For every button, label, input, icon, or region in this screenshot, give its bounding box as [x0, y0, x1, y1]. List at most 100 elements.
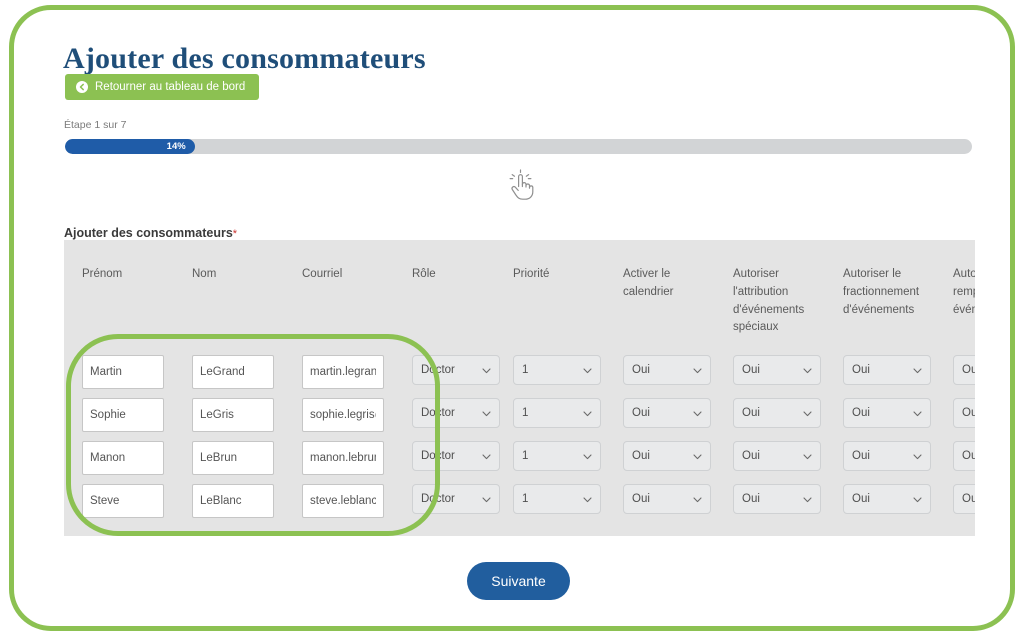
first-name-input[interactable]: [82, 355, 164, 390]
email-input[interactable]: [302, 441, 384, 476]
role-select[interactable]: Doctor: [412, 441, 500, 472]
step-indicator-label: Étape 1 sur 7: [64, 119, 127, 131]
back-to-dashboard-button[interactable]: Retourner au tableau de bord: [65, 74, 260, 100]
last-name-input[interactable]: [192, 484, 274, 519]
email-input[interactable]: [302, 355, 384, 390]
chevron-down-icon: [482, 447, 491, 465]
table-cell: Oui: [623, 484, 733, 518]
allow-event-splitting-select[interactable]: Oui: [843, 398, 931, 429]
priority-select-value: 1: [522, 407, 529, 420]
allow-special-events-select[interactable]: Oui: [733, 484, 821, 515]
chevron-down-icon: [913, 404, 922, 422]
allow-event-splitting-select[interactable]: Oui: [843, 355, 931, 386]
email-input[interactable]: [302, 484, 384, 519]
allow-special-events-select[interactable]: Oui: [733, 398, 821, 429]
table-cell: Oui: [733, 398, 843, 432]
priority-select-value: 1: [522, 450, 529, 463]
required-marker: *: [232, 228, 238, 240]
enable-calendar-select-value: Oui: [632, 364, 650, 377]
table-cell: Oui: [623, 441, 733, 475]
page-root: Ajouter des consommateurs Retourner au t…: [0, 0, 1024, 640]
page-title: Ajouter des consommateurs: [63, 42, 426, 76]
last-name-input[interactable]: [192, 441, 274, 476]
table-cell: Doctor: [412, 484, 513, 518]
chevron-down-icon: [693, 490, 702, 508]
priority-select[interactable]: 1: [513, 484, 601, 515]
email-input[interactable]: [302, 398, 384, 433]
chevron-down-icon: [693, 404, 702, 422]
allow-event-replacement-select[interactable]: Oui: [953, 355, 975, 386]
last-name-input[interactable]: [192, 398, 274, 433]
chevron-down-icon: [913, 490, 922, 508]
table-cell: Doctor: [412, 441, 513, 475]
enable-calendar-select[interactable]: Oui: [623, 355, 711, 386]
enable-calendar-select[interactable]: Oui: [623, 484, 711, 515]
table-header-cell: Prénom: [82, 268, 123, 280]
allow-event-splitting-select[interactable]: Oui: [843, 441, 931, 472]
chevron-down-icon: [803, 404, 812, 422]
back-to-dashboard-label: Retourner au tableau de bord: [95, 81, 246, 93]
form-section-label-text: Ajouter des consommateurs: [64, 226, 233, 240]
table-cell: Oui: [733, 355, 843, 389]
allow-event-replacement-select-value: Oui: [962, 364, 975, 377]
table-cell: [302, 355, 412, 390]
first-name-input[interactable]: [82, 398, 164, 433]
next-button[interactable]: Suivante: [467, 562, 570, 600]
role-select-value: Doctor: [421, 407, 455, 420]
table-cell: 1: [513, 441, 623, 475]
role-select[interactable]: Doctor: [412, 398, 500, 429]
role-select[interactable]: Doctor: [412, 355, 500, 386]
consumers-table: Prénom Nom Courriel Rôle Priorité Activer le …: [64, 240, 975, 536]
chevron-down-icon: [482, 490, 491, 508]
chevron-down-icon: [803, 490, 812, 508]
allow-event-splitting-select-value: Oui: [852, 450, 870, 463]
chevron-down-icon: [913, 447, 922, 465]
allow-event-replacement-select[interactable]: Oui: [953, 398, 975, 429]
priority-select-value: 1: [522, 364, 529, 377]
allow-special-events-select[interactable]: Oui: [733, 355, 821, 386]
enable-calendar-select[interactable]: Oui: [623, 441, 711, 472]
first-name-input[interactable]: [82, 484, 164, 519]
table-cell: Oui: [843, 441, 953, 475]
table-cell: [192, 398, 302, 433]
table-cell: [82, 355, 192, 390]
allow-event-replacement-select[interactable]: Oui: [953, 441, 975, 472]
chevron-down-icon: [693, 447, 702, 465]
allow-event-replacement-select[interactable]: Oui: [953, 484, 975, 515]
table-cell: Oui: [953, 355, 975, 389]
tap-hand-gesture-icon: [500, 165, 540, 205]
role-select[interactable]: Doctor: [412, 484, 500, 515]
progress-bar-fill: 14%: [65, 139, 195, 154]
table-cell: [302, 398, 412, 433]
table-cell: Oui: [953, 398, 975, 432]
allow-event-replacement-select-value: Oui: [962, 450, 975, 463]
chevron-down-icon: [693, 361, 702, 379]
table-cell: Doctor: [412, 398, 513, 432]
chevron-down-icon: [482, 361, 491, 379]
table-cell: 1: [513, 355, 623, 389]
arrow-left-circle-icon: [76, 81, 88, 93]
table-body: Doctor1OuiOuiOuiOuiDoctor1OuiOuiOuiOuiDo…: [64, 337, 975, 519]
enable-calendar-select-value: Oui: [632, 450, 650, 463]
chevron-down-icon: [913, 361, 922, 379]
table-header-cell: Courriel: [302, 268, 343, 280]
first-name-input[interactable]: [82, 441, 164, 476]
table-header-row: Prénom Nom Courriel Rôle Priorité Activer le …: [64, 240, 975, 337]
progress-percent-label: 14%: [166, 140, 186, 152]
table-cell: Oui: [843, 355, 953, 389]
table-header-cell: Autoriser l'attribution d'événements spé…: [733, 268, 805, 334]
priority-select[interactable]: 1: [513, 398, 601, 429]
table-row: Doctor 1 Oui Oui Oui Oui: [64, 398, 975, 433]
table-cell: Oui: [843, 484, 953, 518]
last-name-input[interactable]: [192, 355, 274, 390]
priority-select[interactable]: 1: [513, 441, 601, 472]
enable-calendar-select[interactable]: Oui: [623, 398, 711, 429]
table-cell: [192, 355, 302, 390]
priority-select[interactable]: 1: [513, 355, 601, 386]
priority-select-value: 1: [522, 493, 529, 506]
chevron-down-icon: [482, 404, 491, 422]
allow-special-events-select[interactable]: Oui: [733, 441, 821, 472]
role-select-value: Doctor: [421, 364, 455, 377]
role-select-value: Doctor: [421, 493, 455, 506]
allow-event-splitting-select[interactable]: Oui: [843, 484, 931, 515]
